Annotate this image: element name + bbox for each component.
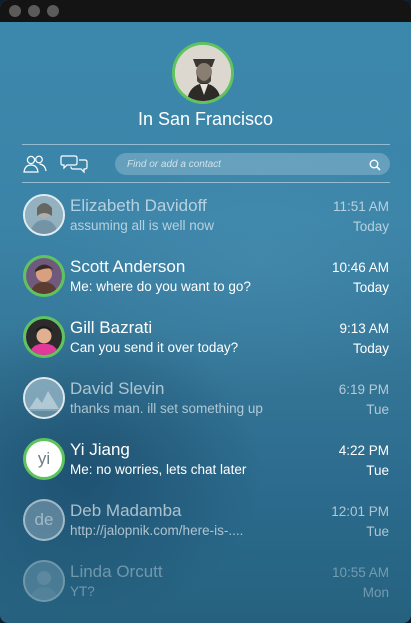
contact-name: Deb Madamba	[70, 501, 182, 520]
zoom-window-button[interactable]	[47, 5, 59, 17]
message-day: Tue	[366, 402, 389, 417]
profile-location: In San Francisco	[137, 109, 274, 129]
conversation-row[interactable]: Gill Bazrati Can you send it over today?…	[0, 306, 411, 367]
minimize-window-button[interactable]	[28, 5, 40, 17]
message-day: Mon	[362, 585, 389, 600]
conversation-row[interactable]: yi Yi Jiang Me: no worries, lets chat la…	[0, 428, 411, 489]
message-preview: http://jalopnik.com/here-is-....	[70, 523, 244, 538]
contact-name: Linda Orcutt	[70, 562, 163, 581]
message-preview: Can you send it over today?	[70, 340, 239, 355]
contact-name: Elizabeth Davidoff	[70, 196, 207, 215]
message-time: 12:01 PM	[331, 504, 389, 519]
avatar	[23, 560, 65, 602]
message-preview: YT?	[70, 584, 95, 599]
message-time: 11:51 AM	[332, 199, 389, 214]
contact-name: David Slevin	[70, 379, 165, 398]
close-window-button[interactable]	[9, 5, 21, 17]
search-box[interactable]	[115, 153, 390, 175]
message-preview: thanks man. ill set something up	[70, 401, 263, 416]
divider	[22, 144, 390, 145]
message-preview: assuming all is well now	[70, 218, 215, 233]
contact-name: Scott Anderson	[70, 257, 186, 276]
contact-name: Yi Jiang	[70, 440, 130, 459]
message-time: 6:19 PM	[338, 382, 389, 397]
profile-avatar[interactable]	[172, 42, 234, 104]
conversation-row[interactable]: Elizabeth Davidoff assuming all is well …	[0, 184, 411, 245]
conversation-row[interactable]: Scott Anderson Me: where do you want to …	[0, 245, 411, 306]
avatar: de	[23, 499, 65, 541]
app-window: In San Francisco Elizabeth Davidoff	[0, 0, 411, 623]
message-day: Today	[352, 280, 389, 295]
avatar	[23, 194, 65, 236]
message-day: Tue	[366, 463, 389, 478]
conversation-row[interactable]: de Deb Madamba http://jalopnik.com/here-…	[0, 489, 411, 550]
conversation-row[interactable]: David Slevin thanks man. ill set somethi…	[0, 367, 411, 428]
search-icon[interactable]	[369, 158, 381, 176]
message-time: 9:13 AM	[339, 321, 389, 336]
avatar: yi	[23, 438, 65, 480]
message-time: 4:22 PM	[338, 443, 389, 458]
message-preview: Me: where do you want to go?	[70, 279, 251, 294]
avatar	[23, 316, 65, 358]
message-day: Today	[352, 219, 389, 234]
title-bar	[0, 0, 411, 22]
message-preview: Me: no worries, lets chat later	[70, 462, 247, 477]
chat-bubbles-icon[interactable]	[60, 154, 88, 179]
message-time: 10:46 AM	[331, 260, 389, 275]
contact-name: Gill Bazrati	[70, 318, 153, 337]
message-time: 10:55 AM	[331, 565, 389, 580]
message-day: Tue	[366, 524, 389, 539]
search-input[interactable]	[127, 153, 357, 175]
profile-photo	[175, 45, 231, 101]
avatar	[23, 377, 65, 419]
message-day: Today	[352, 341, 389, 356]
avatar	[23, 255, 65, 297]
conversation-row[interactable]: Linda Orcutt YT? 10:55 AM Mon	[0, 550, 411, 611]
divider	[22, 182, 390, 183]
people-icon[interactable]	[22, 154, 48, 179]
